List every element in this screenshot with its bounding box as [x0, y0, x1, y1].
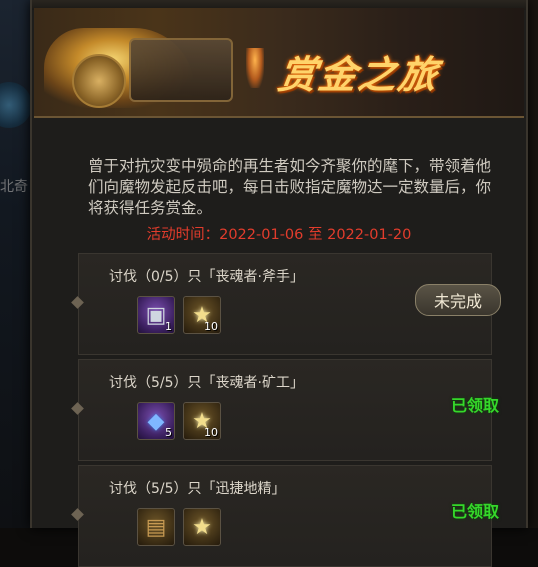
- background-side-text: 北奇: [0, 179, 28, 195]
- gold-coin-icon: [72, 54, 126, 108]
- task-row: 讨伐（0/5）只「丧魂者·斧手」 ▣ 1 ★ 10 未完成: [71, 253, 501, 355]
- task-status-button[interactable]: 未完成: [415, 284, 501, 316]
- bounty-journey-panel: 赏金之旅 曾于对抗灾变中殒命的再生者如今齐聚你的麾下，带领着他们向魔物发起反击吧…: [30, 0, 528, 567]
- star-icon: ★: [192, 514, 212, 540]
- row-marker-icon: [71, 402, 84, 415]
- reward-item[interactable]: ◆ 5: [137, 402, 175, 440]
- treasure-chest-icon: [129, 38, 233, 102]
- task-title: 讨伐（5/5）只「迅捷地精」: [109, 481, 286, 497]
- task-title: 讨伐（5/5）只「丧魂者·矿工」: [109, 375, 304, 391]
- reward-quantity: 10: [204, 426, 218, 439]
- event-time-range: 2022-01-06 至 2022-01-20: [219, 227, 412, 243]
- reward-item[interactable]: ★ 10: [183, 402, 221, 440]
- event-title: 赏金之旅: [275, 53, 442, 97]
- reward-item[interactable]: ★ 10: [183, 296, 221, 334]
- reward-quantity: 10: [204, 320, 218, 333]
- task-claimed-label: 已领取: [450, 396, 499, 415]
- reward-item[interactable]: ▣ 1: [137, 296, 175, 334]
- lantern-icon: [246, 48, 264, 88]
- reward-quantity: 5: [165, 426, 172, 439]
- task-claimed-label: 已领取: [450, 502, 499, 521]
- event-banner: 赏金之旅: [34, 8, 524, 118]
- row-marker-icon: [71, 296, 84, 309]
- row-marker-icon: [71, 508, 84, 521]
- reward-quantity: 1: [165, 320, 172, 333]
- task-row: 讨伐（5/5）只「丧魂者·矿工」 ◆ 5 ★ 10 已领取: [71, 359, 499, 461]
- event-description: 曾于对抗灾变中殒命的再生者如今齐聚你的麾下，带领着他们向魔物发起反击吧，每日击败…: [88, 157, 492, 217]
- reward-item[interactable]: ★: [183, 508, 221, 546]
- task-row: 讨伐（5/5）只「迅捷地精」 ▤ ★ 已领取: [71, 465, 499, 567]
- event-time: 活动时间：2022-01-06 至 2022-01-20: [32, 223, 526, 244]
- task-title: 讨伐（0/5）只「丧魂者·斧手」: [109, 269, 304, 285]
- reward-item[interactable]: ▤: [137, 508, 175, 546]
- scroll-icon: ▤: [145, 514, 167, 540]
- event-time-label: 活动时间：: [146, 227, 220, 243]
